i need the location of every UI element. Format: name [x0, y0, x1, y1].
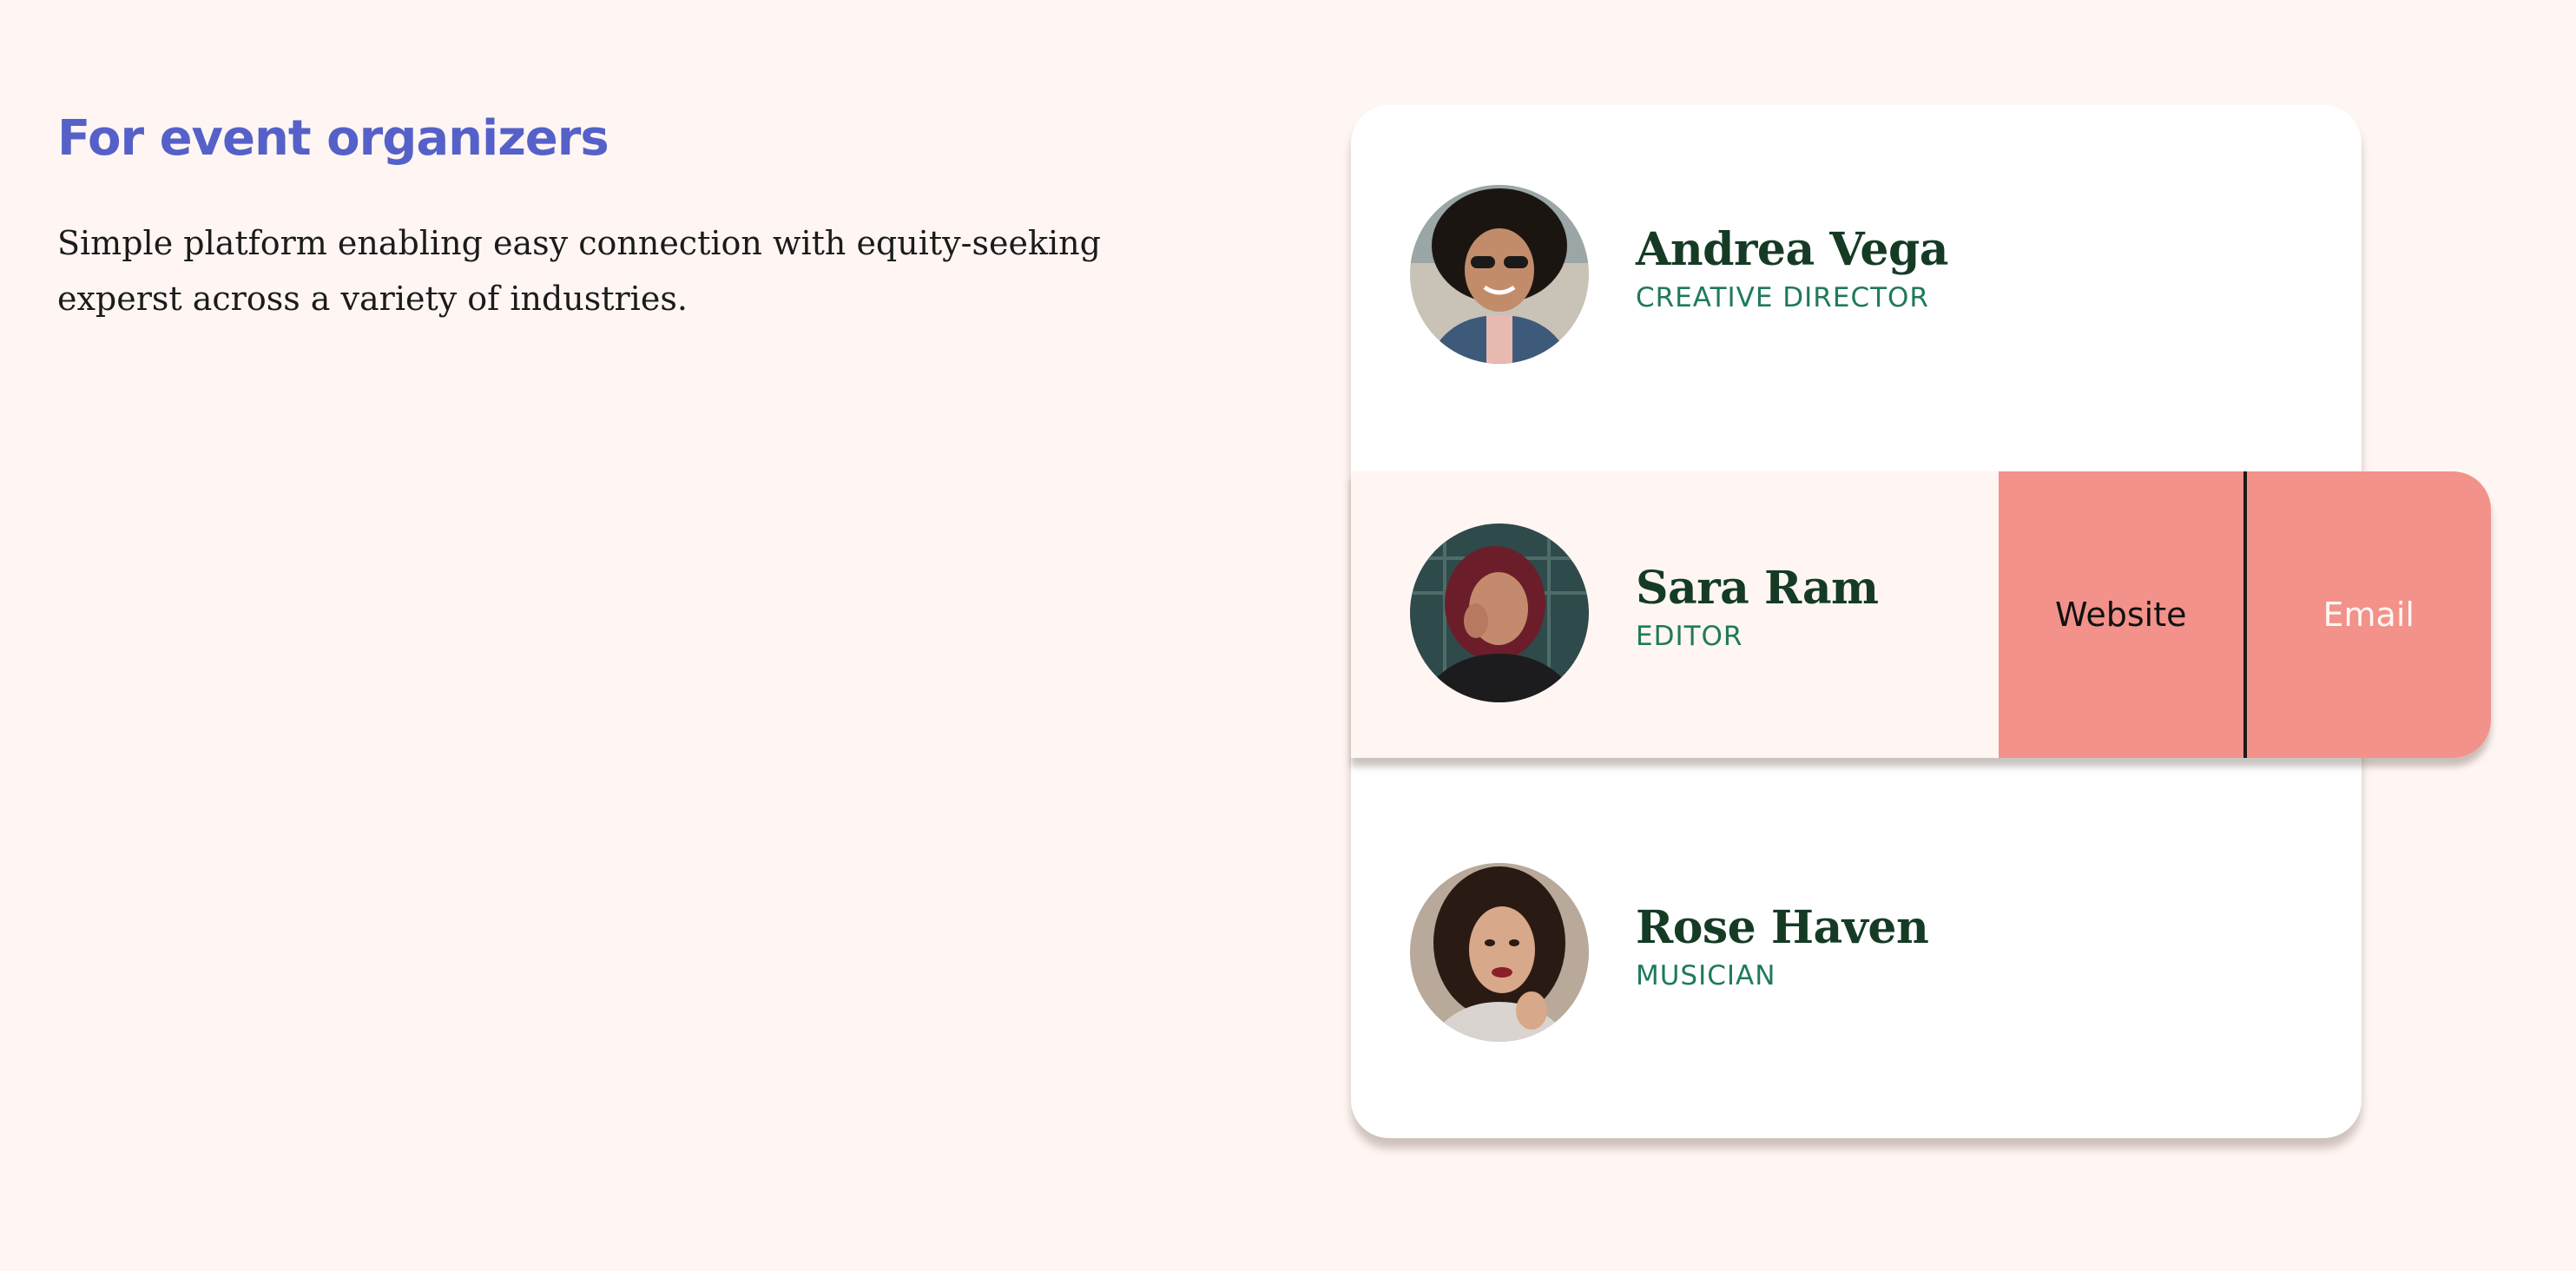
website-button[interactable]: Website	[1999, 471, 2247, 758]
email-button[interactable]: Email	[2247, 471, 2492, 758]
avatar	[1410, 185, 1589, 364]
person-name: Rose Haven	[1636, 901, 1929, 954]
swipe-actions: Website Email	[1999, 471, 2491, 758]
avatar-photo-icon	[1410, 863, 1589, 1042]
person-name: Andrea Vega	[1636, 223, 1949, 276]
section-heading: For event organizers	[57, 110, 609, 167]
person-row-andrea-vega[interactable]: Andrea Vega CREATIVE DIRECTOR	[1351, 133, 2362, 419]
person-role: EDITOR	[1636, 621, 1743, 652]
avatar-photo-icon	[1410, 185, 1589, 364]
intro-section: For event organizers Simple platform ena…	[57, 104, 1203, 326]
avatar	[1410, 524, 1589, 702]
avatar	[1410, 863, 1589, 1042]
person-name: Sara Ram	[1636, 562, 1879, 615]
person-row-sara-ram[interactable]: Sara Ram EDITOR Website Email	[1351, 471, 2491, 758]
person-role: MUSICIAN	[1636, 960, 1776, 991]
person-role: CREATIVE DIRECTOR	[1636, 282, 1929, 313]
person-row-rose-haven[interactable]: Rose Haven MUSICIAN	[1351, 811, 2362, 1097]
avatar-photo-icon	[1410, 524, 1589, 702]
section-description: Simple platform enabling easy connection…	[57, 224, 1101, 318]
